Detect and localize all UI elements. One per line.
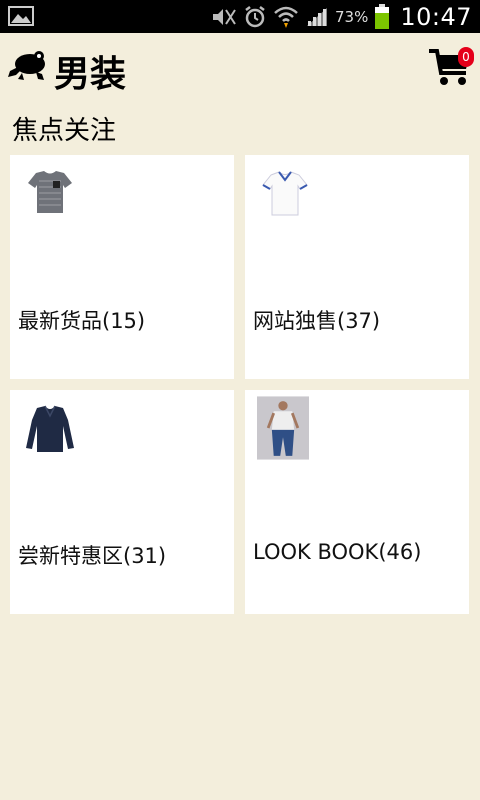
category-label: 最新货品(15) xyxy=(18,309,146,333)
wifi-icon xyxy=(274,6,298,28)
mute-icon xyxy=(212,8,236,25)
app-header: 男装 xyxy=(0,33,480,105)
gray-tshirt-icon xyxy=(28,171,72,213)
category-card-web-exclusive[interactable]: 网站独售(37) xyxy=(245,155,469,379)
clock: 10:47 xyxy=(400,2,472,31)
gallery-icon xyxy=(8,6,34,26)
category-label: 网站独售(37) xyxy=(253,309,381,333)
section-title: 焦点关注 xyxy=(12,116,117,146)
navy-longsleeve-icon xyxy=(26,405,74,452)
category-label: 尝新特惠区(31) xyxy=(18,544,167,568)
category-label: LOOK BOOK(46) xyxy=(253,540,422,564)
signal-icon xyxy=(306,7,327,26)
battery-percentage: 73% xyxy=(334,7,369,26)
alarm-icon xyxy=(245,5,265,27)
category-card-special-offers[interactable]: 尝新特惠区(31) xyxy=(10,390,234,614)
battery-icon xyxy=(375,3,390,29)
model-photo-icon xyxy=(257,396,309,460)
cart-count-badge[interactable]: 0 xyxy=(458,47,474,67)
white-polo-icon xyxy=(262,171,308,216)
frog-logo-icon[interactable] xyxy=(8,47,48,81)
page-title: 男装 xyxy=(54,54,127,95)
status-bar: 73% 10:47 xyxy=(0,0,480,33)
category-card-look-book[interactable]: LOOK BOOK(46) xyxy=(245,390,469,614)
category-card-new-arrivals[interactable]: 最新货品(15) xyxy=(10,155,234,379)
